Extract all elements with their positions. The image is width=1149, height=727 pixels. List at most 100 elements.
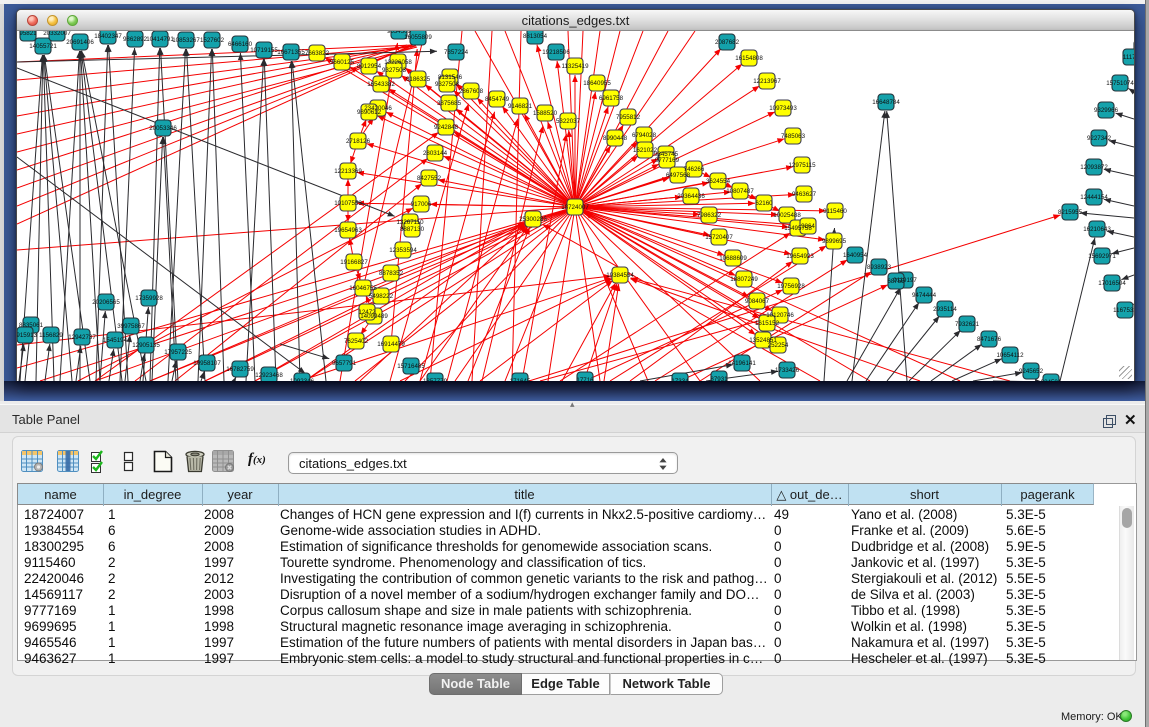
svg-text:9474444: 9474444	[912, 292, 937, 299]
svg-text:8912954: 8912954	[357, 63, 382, 70]
svg-text:9242848: 9242848	[434, 124, 459, 131]
svg-text:1857779: 1857779	[423, 378, 448, 381]
svg-text:1527602: 1527602	[200, 37, 225, 44]
svg-text:7663822: 7663822	[305, 50, 330, 57]
svg-text:1092346: 1092346	[290, 378, 315, 381]
svg-text:6961758: 6961758	[599, 95, 624, 102]
svg-text:3915913: 3915913	[17, 332, 38, 339]
svg-text:19654963: 19654963	[334, 227, 362, 234]
svg-text:9890612: 9890612	[357, 109, 382, 116]
svg-text:6794028: 6794028	[632, 132, 657, 139]
svg-text:252254: 252254	[768, 342, 789, 349]
svg-text:17016504: 17016504	[1098, 280, 1126, 287]
svg-text:16055809: 16055809	[404, 34, 432, 41]
svg-text:9329966: 9329966	[1094, 107, 1119, 114]
svg-text:8454749: 8454749	[485, 96, 510, 103]
svg-text:9463627: 9463627	[792, 191, 817, 198]
svg-text:25300285: 25300285	[519, 216, 547, 223]
svg-text:20364436: 20364436	[677, 193, 705, 200]
svg-text:9899695: 9899695	[822, 238, 847, 245]
svg-text:11175: 11175	[1123, 54, 1134, 61]
svg-text:9864: 9864	[801, 223, 815, 230]
svg-text:9777169: 9777169	[655, 157, 680, 164]
svg-text:16210643: 16210643	[1083, 226, 1111, 233]
svg-text:10719155: 10719155	[250, 47, 278, 54]
svg-text:9245652: 9245652	[1019, 368, 1044, 375]
svg-text:8131546: 8131546	[438, 74, 463, 81]
svg-text:10414791: 10414791	[146, 36, 174, 43]
svg-text:19384554: 19384554	[606, 272, 634, 279]
svg-text:15716485: 15716485	[397, 363, 425, 370]
svg-text:20332007: 20332007	[43, 31, 71, 37]
svg-text:11325419: 11325419	[561, 63, 589, 70]
svg-text:15720407: 15720407	[705, 234, 733, 241]
svg-text:15692971: 15692971	[1088, 253, 1116, 260]
svg-text:8215955: 8215955	[1058, 209, 1083, 216]
svg-text:18402347: 18402347	[94, 33, 122, 40]
svg-text:8878352: 8878352	[379, 270, 404, 277]
svg-text:10107553: 10107553	[334, 200, 362, 207]
svg-text:1167533: 1167533	[1113, 307, 1134, 314]
svg-text:1545194: 1545194	[103, 337, 128, 344]
svg-text:8835061: 8835061	[19, 322, 44, 329]
svg-text:20691406: 20691406	[66, 39, 94, 46]
svg-text:39975867: 39975867	[117, 323, 145, 330]
svg-text:9227342: 9227342	[1087, 135, 1112, 142]
svg-text:12923468: 12923468	[255, 372, 283, 379]
svg-text:8813054: 8813054	[523, 33, 548, 40]
svg-text:17957225: 17957225	[164, 349, 192, 356]
svg-text:9862892: 9862892	[123, 36, 148, 43]
svg-text:16782759: 16782759	[226, 366, 254, 373]
svg-text:9327508: 9327508	[435, 81, 460, 88]
svg-text:10807487: 10807487	[726, 188, 754, 195]
svg-text:62160: 62160	[755, 200, 773, 207]
svg-text:1640954: 1640954	[843, 252, 868, 259]
svg-text:2087682: 2087682	[715, 39, 740, 46]
svg-text:17359928: 17359928	[135, 295, 163, 302]
svg-text:1588520: 1588520	[533, 110, 558, 117]
svg-text:9084067: 9084067	[745, 298, 770, 305]
svg-text:12093872: 12093872	[1080, 164, 1108, 171]
svg-text:9660125: 9660125	[330, 59, 355, 66]
svg-text:10025488: 10025488	[773, 212, 801, 219]
svg-text:2803144: 2803144	[423, 150, 448, 157]
svg-text:7932621: 7932621	[955, 321, 980, 328]
svg-text:16543382: 16543382	[367, 81, 395, 88]
svg-text:87931: 87931	[710, 376, 728, 381]
svg-text:17716: 17716	[576, 377, 594, 381]
svg-text:19166827: 19166827	[340, 259, 368, 266]
svg-text:7625402: 7625402	[344, 338, 369, 345]
svg-text:14196141: 14196141	[728, 360, 756, 367]
svg-text:10120746: 10120746	[766, 312, 794, 319]
svg-text:924501: 924501	[1041, 379, 1062, 381]
svg-text:8186325: 8186325	[406, 76, 431, 83]
svg-text:15751074: 15751074	[1106, 80, 1134, 87]
svg-text:5322037: 5322037	[556, 118, 581, 125]
svg-text:8990448: 8990448	[603, 135, 628, 142]
svg-text:19756928: 19756928	[777, 283, 805, 290]
svg-text:7955812: 7955812	[616, 114, 641, 121]
svg-text:10853267: 10853267	[172, 37, 200, 44]
svg-text:12472: 12472	[358, 309, 376, 316]
svg-text:1733426: 1733426	[775, 367, 800, 374]
svg-text:3875685: 3875685	[437, 100, 462, 107]
svg-text:68755: 68755	[887, 278, 905, 285]
svg-text:16046755: 16046755	[349, 285, 377, 292]
svg-text:18807249: 18807249	[730, 276, 758, 283]
svg-text:10688609: 10688609	[719, 255, 747, 262]
svg-text:17334: 17334	[671, 378, 689, 381]
svg-text:9115460: 9115460	[823, 208, 847, 215]
svg-text:10973493: 10973493	[769, 105, 797, 112]
svg-text:20053346: 20053346	[149, 125, 177, 132]
svg-text:7986322: 7986322	[697, 212, 722, 219]
svg-text:8471676: 8471676	[977, 336, 1002, 343]
svg-text:7857224: 7857224	[444, 49, 469, 56]
svg-text:13226058: 13226058	[384, 59, 412, 66]
svg-text:10958107: 10958107	[193, 360, 221, 367]
svg-text:171645: 171645	[510, 378, 531, 381]
svg-text:2867608: 2867608	[459, 88, 484, 95]
svg-text:16648784: 16648784	[872, 99, 900, 106]
svg-text:12213369: 12213369	[334, 168, 362, 175]
svg-text:18640955: 18640955	[583, 80, 611, 87]
svg-text:5498222: 5498222	[369, 293, 394, 300]
